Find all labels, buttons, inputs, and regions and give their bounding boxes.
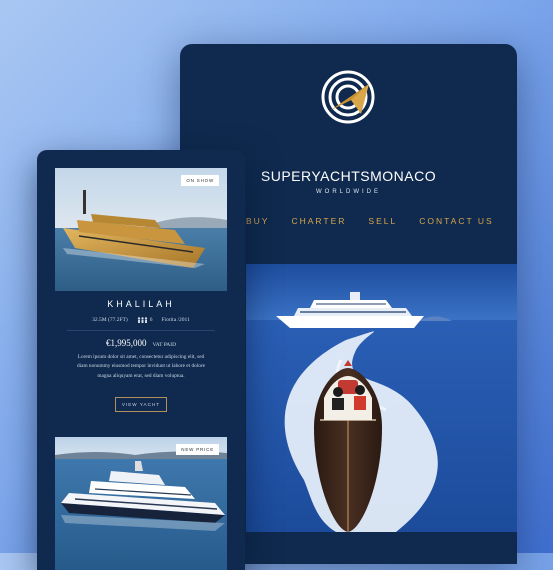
yacht-photo-second[interactable]: NEW PRICE xyxy=(55,437,227,570)
yacht-builder: Fiorita /2011 xyxy=(161,317,190,323)
divider xyxy=(67,330,215,331)
yacht-photo-khalilah[interactable]: ON SHOW xyxy=(55,168,227,291)
hero-illustration xyxy=(246,220,517,532)
status-badge-new-price: NEW PRICE xyxy=(176,444,219,455)
yacht-specs: 32.5M (77.2FT) 6 Fiorita /2011 xyxy=(55,317,227,323)
yacht-name: KHALILAH xyxy=(107,299,175,309)
guests-count: 6 xyxy=(149,317,153,323)
vat-label: VAT PAID xyxy=(152,342,177,348)
yacht-description: Lorem ipsum dolor sit amet, consectetur … xyxy=(77,354,205,379)
yacht-length: 32.5M (77.2FT) xyxy=(92,317,128,323)
view-yacht-button[interactable]: VIEW YACHT xyxy=(115,397,167,412)
price-line: €1,995,000 VAT PAID xyxy=(55,338,227,348)
brand-logo-icon xyxy=(321,70,375,124)
status-badge: ON SHOW xyxy=(181,175,219,186)
guests-spec: 6 xyxy=(137,317,153,323)
yacht-price: €1,995,000 xyxy=(105,338,147,348)
mobile-email-card: ON SHOW KHALILAH 32.5M (77.2FT) 6 Fiorit… xyxy=(37,150,245,570)
guests-icon xyxy=(137,317,147,323)
